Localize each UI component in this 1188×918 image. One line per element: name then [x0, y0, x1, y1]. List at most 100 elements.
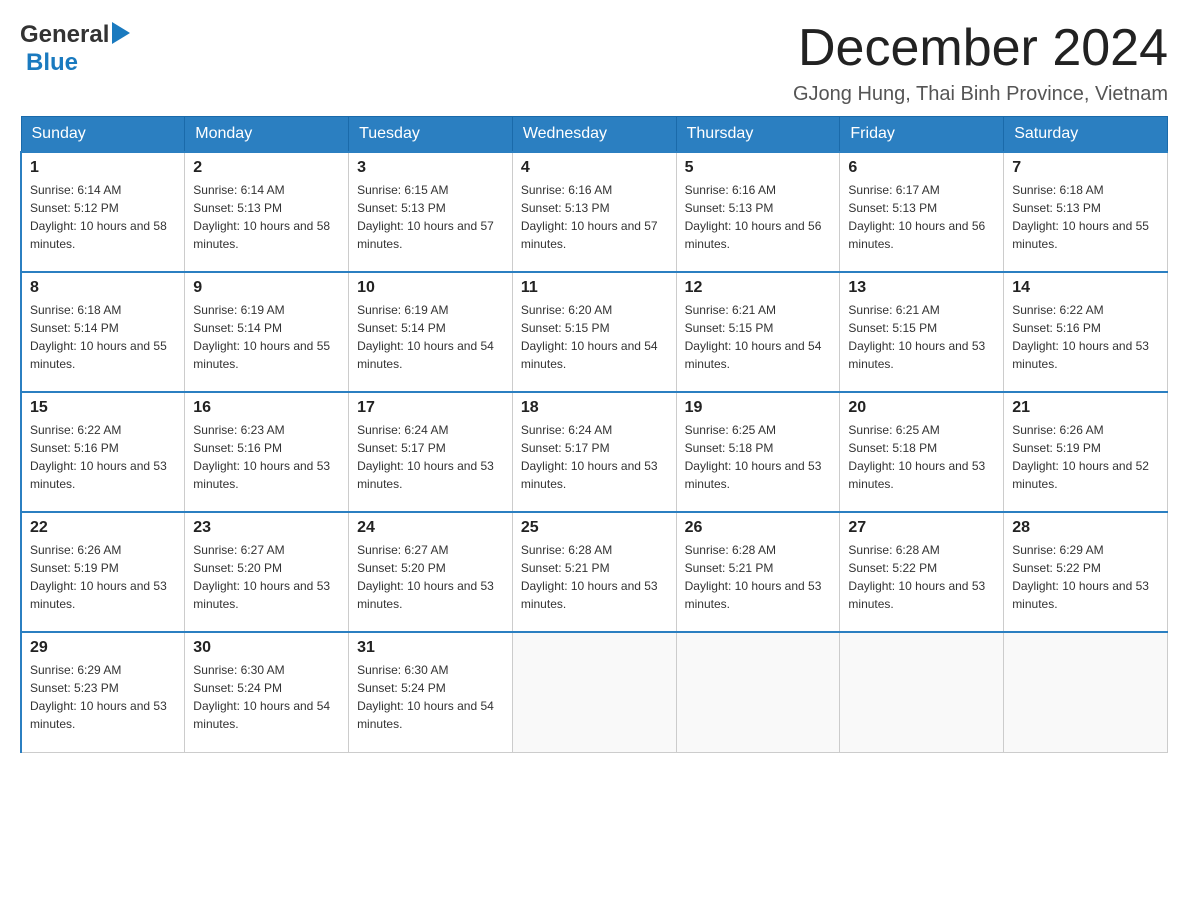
day-info: Sunrise: 6:25 AMSunset: 5:18 PMDaylight:… [848, 421, 995, 493]
logo-blue-text: Blue [26, 49, 78, 77]
day-number: 9 [193, 279, 340, 297]
day-number: 10 [357, 279, 504, 297]
calendar-week-1: 1 Sunrise: 6:14 AMSunset: 5:12 PMDaylight… [21, 152, 1168, 272]
day-number: 5 [685, 159, 832, 177]
page-header: General Blue December 2024 GJong Hung, T… [20, 20, 1168, 106]
calendar-cell: 16 Sunrise: 6:23 AMSunset: 5:16 PMDayligh… [185, 392, 349, 512]
calendar-cell [676, 632, 840, 752]
calendar-cell: 4 Sunrise: 6:16 AMSunset: 5:13 PMDaylight… [512, 152, 676, 272]
day-info: Sunrise: 6:27 AMSunset: 5:20 PMDaylight:… [193, 541, 340, 613]
calendar-cell: 18Sunrise: 6:24 AMSunset: 5:17 PMDayligh… [512, 392, 676, 512]
day-info: Sunrise: 6:27 AMSunset: 5:20 PMDaylight:… [357, 541, 504, 613]
month-title: December 2024 [793, 20, 1168, 77]
day-number: 13 [848, 279, 995, 297]
day-info: Sunrise: 6:22 AMSunset: 5:16 PMDaylight:… [30, 421, 176, 493]
day-number: 3 [357, 159, 504, 177]
day-number: 27 [848, 519, 995, 537]
day-info: Sunrise: 6:19 AMSunset: 5:14 PMDaylight:… [357, 301, 504, 373]
day-number: 20 [848, 399, 995, 417]
calendar-header-saturday: Saturday [1004, 117, 1168, 153]
calendar-cell: 23 Sunrise: 6:27 AMSunset: 5:20 PMDayligh… [185, 512, 349, 632]
day-number: 18 [521, 399, 668, 417]
calendar-header-row: SundayMondayTuesdayWednesdayThursdayFrid… [21, 117, 1168, 153]
calendar-week-3: 15 Sunrise: 6:22 AMSunset: 5:16 PMDayligh… [21, 392, 1168, 512]
day-info: Sunrise: 6:30 AMSunset: 5:24 PMDaylight:… [357, 661, 504, 733]
day-number: 11 [521, 279, 668, 297]
calendar-cell: 7 Sunrise: 6:18 AMSunset: 5:13 PMDaylight… [1004, 152, 1168, 272]
day-number: 24 [357, 519, 504, 537]
day-number: 2 [193, 159, 340, 177]
calendar-cell: 20 Sunrise: 6:25 AMSunset: 5:18 PMDayligh… [840, 392, 1004, 512]
day-info: Sunrise: 6:19 AMSunset: 5:14 PMDaylight:… [193, 301, 340, 373]
day-number: 7 [1012, 159, 1159, 177]
day-number: 31 [357, 639, 504, 657]
calendar-header-monday: Monday [185, 117, 349, 153]
day-number: 8 [30, 279, 176, 297]
day-info: Sunrise: 6:16 AMSunset: 5:13 PMDaylight:… [685, 181, 832, 253]
calendar-cell [512, 632, 676, 752]
calendar-cell: 8 Sunrise: 6:18 AMSunset: 5:14 PMDaylight… [21, 272, 185, 392]
logo: General Blue [20, 20, 130, 77]
day-info: Sunrise: 6:23 AMSunset: 5:16 PMDaylight:… [193, 421, 340, 493]
location-text: GJong Hung, Thai Binh Province, Vietnam [793, 83, 1168, 106]
calendar-week-5: 29Sunrise: 6:29 AMSunset: 5:23 PMDayligh… [21, 632, 1168, 752]
day-info: Sunrise: 6:28 AMSunset: 5:22 PMDaylight:… [848, 541, 995, 613]
calendar-cell: 6Sunrise: 6:17 AMSunset: 5:13 PMDaylight… [840, 152, 1004, 272]
day-number: 30 [193, 639, 340, 657]
day-number: 25 [521, 519, 668, 537]
day-number: 29 [30, 639, 176, 657]
day-number: 4 [521, 159, 668, 177]
day-number: 17 [357, 399, 504, 417]
calendar-header-wednesday: Wednesday [512, 117, 676, 153]
day-info: Sunrise: 6:22 AMSunset: 5:16 PMDaylight:… [1012, 301, 1159, 373]
day-info: Sunrise: 6:26 AMSunset: 5:19 PMDaylight:… [1012, 421, 1159, 493]
day-info: Sunrise: 6:26 AMSunset: 5:19 PMDaylight:… [30, 541, 176, 613]
calendar-cell: 9 Sunrise: 6:19 AMSunset: 5:14 PMDaylight… [185, 272, 349, 392]
day-number: 12 [685, 279, 832, 297]
calendar-cell: 13Sunrise: 6:21 AMSunset: 5:15 PMDayligh… [840, 272, 1004, 392]
calendar-header-thursday: Thursday [676, 117, 840, 153]
calendar-cell: 3 Sunrise: 6:15 AMSunset: 5:13 PMDaylight… [349, 152, 513, 272]
day-info: Sunrise: 6:20 AMSunset: 5:15 PMDaylight:… [521, 301, 668, 373]
day-info: Sunrise: 6:15 AMSunset: 5:13 PMDaylight:… [357, 181, 504, 253]
day-info: Sunrise: 6:29 AMSunset: 5:22 PMDaylight:… [1012, 541, 1159, 613]
calendar-cell: 21 Sunrise: 6:26 AMSunset: 5:19 PMDayligh… [1004, 392, 1168, 512]
day-number: 16 [193, 399, 340, 417]
calendar-cell: 30 Sunrise: 6:30 AMSunset: 5:24 PMDayligh… [185, 632, 349, 752]
day-info: Sunrise: 6:30 AMSunset: 5:24 PMDaylight:… [193, 661, 340, 733]
calendar-cell: 11 Sunrise: 6:20 AMSunset: 5:15 PMDayligh… [512, 272, 676, 392]
day-info: Sunrise: 6:16 AMSunset: 5:13 PMDaylight:… [521, 181, 668, 253]
calendar-header-sunday: Sunday [21, 117, 185, 153]
day-info: Sunrise: 6:28 AMSunset: 5:21 PMDaylight:… [521, 541, 668, 613]
day-info: Sunrise: 6:18 AMSunset: 5:14 PMDaylight:… [30, 301, 176, 373]
calendar-header-tuesday: Tuesday [349, 117, 513, 153]
logo-arrow-icon [112, 22, 130, 49]
calendar-cell [1004, 632, 1168, 752]
calendar-header-friday: Friday [840, 117, 1004, 153]
title-section: December 2024 GJong Hung, Thai Binh Prov… [793, 20, 1168, 106]
calendar-week-2: 8 Sunrise: 6:18 AMSunset: 5:14 PMDaylight… [21, 272, 1168, 392]
day-info: Sunrise: 6:17 AMSunset: 5:13 PMDaylight:… [848, 181, 995, 253]
calendar-cell: 17Sunrise: 6:24 AMSunset: 5:17 PMDayligh… [349, 392, 513, 512]
day-info: Sunrise: 6:14 AMSunset: 5:12 PMDaylight:… [30, 181, 176, 253]
calendar-cell: 31 Sunrise: 6:30 AMSunset: 5:24 PMDayligh… [349, 632, 513, 752]
day-info: Sunrise: 6:28 AMSunset: 5:21 PMDaylight:… [685, 541, 832, 613]
day-number: 1 [30, 159, 176, 177]
calendar-week-4: 22Sunrise: 6:26 AMSunset: 5:19 PMDayligh… [21, 512, 1168, 632]
calendar-cell: 27 Sunrise: 6:28 AMSunset: 5:22 PMDayligh… [840, 512, 1004, 632]
day-number: 14 [1012, 279, 1159, 297]
calendar-cell: 29Sunrise: 6:29 AMSunset: 5:23 PMDayligh… [21, 632, 185, 752]
calendar-cell: 5 Sunrise: 6:16 AMSunset: 5:13 PMDaylight… [676, 152, 840, 272]
calendar-cell: 24 Sunrise: 6:27 AMSunset: 5:20 PMDayligh… [349, 512, 513, 632]
day-number: 15 [30, 399, 176, 417]
day-number: 23 [193, 519, 340, 537]
calendar-cell: 28Sunrise: 6:29 AMSunset: 5:22 PMDayligh… [1004, 512, 1168, 632]
calendar-cell: 26 Sunrise: 6:28 AMSunset: 5:21 PMDayligh… [676, 512, 840, 632]
day-info: Sunrise: 6:18 AMSunset: 5:13 PMDaylight:… [1012, 181, 1159, 253]
day-info: Sunrise: 6:21 AMSunset: 5:15 PMDaylight:… [685, 301, 832, 373]
day-number: 26 [685, 519, 832, 537]
calendar-cell: 1 Sunrise: 6:14 AMSunset: 5:12 PMDaylight… [21, 152, 185, 272]
calendar-cell: 12 Sunrise: 6:21 AMSunset: 5:15 PMDayligh… [676, 272, 840, 392]
calendar-cell: 25 Sunrise: 6:28 AMSunset: 5:21 PMDayligh… [512, 512, 676, 632]
day-number: 21 [1012, 399, 1159, 417]
